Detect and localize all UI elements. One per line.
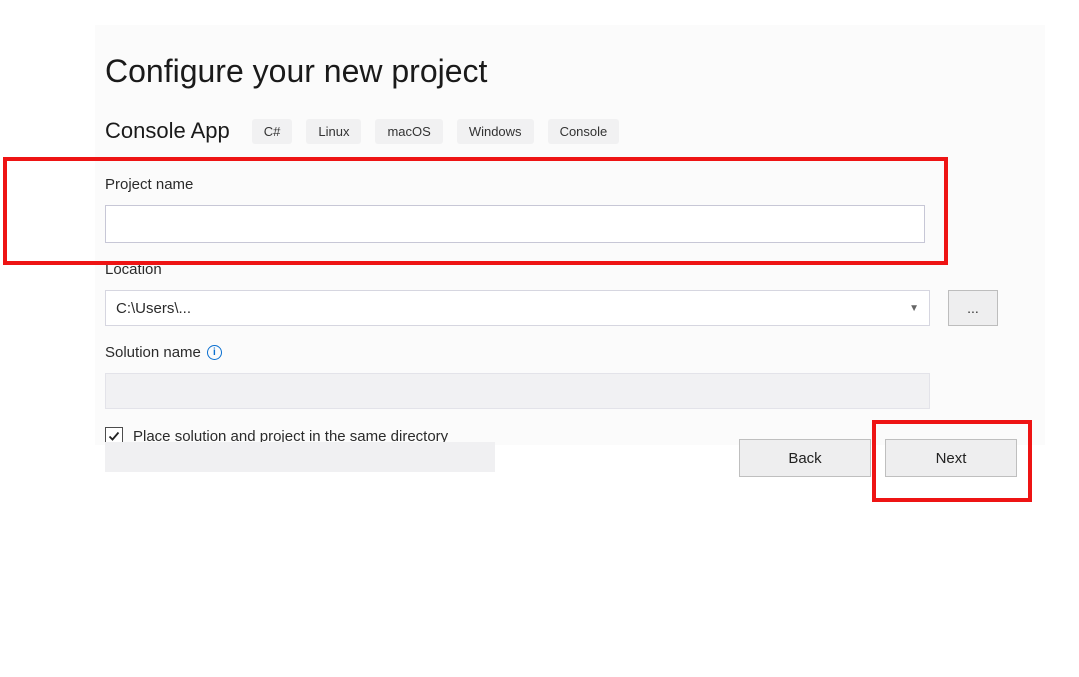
configure-project-dialog: Configure your new project Console App C… [95, 25, 1045, 445]
project-name-label: Project name [105, 176, 1045, 193]
chevron-down-icon: ▼ [909, 303, 919, 314]
template-name: Console App [105, 118, 230, 144]
template-tag: Windows [457, 119, 534, 144]
progress-indicator [105, 442, 495, 472]
solution-name-label-text: Solution name [105, 344, 201, 361]
back-button[interactable]: Back [739, 439, 871, 477]
project-name-field: Project name [105, 176, 1045, 243]
info-icon[interactable]: i [207, 345, 222, 360]
page-title: Configure your new project [105, 53, 1045, 90]
dialog-footer: Back Next [95, 387, 1045, 445]
template-tag: Console [548, 119, 620, 144]
template-tag: C# [252, 119, 293, 144]
template-tag: macOS [375, 119, 442, 144]
location-value: C:\Users\... [116, 300, 191, 317]
location-label: Location [105, 261, 1045, 278]
template-tag: Linux [306, 119, 361, 144]
solution-name-label: Solution name i [105, 344, 1045, 361]
location-field: Location C:\Users\... ▼ ... [105, 261, 1045, 326]
project-name-input[interactable] [105, 205, 925, 243]
next-button[interactable]: Next [885, 439, 1017, 477]
template-info-row: Console App C# Linux macOS Windows Conso… [105, 118, 1045, 144]
browse-button[interactable]: ... [948, 290, 998, 326]
location-dropdown[interactable]: C:\Users\... ▼ [105, 290, 930, 326]
